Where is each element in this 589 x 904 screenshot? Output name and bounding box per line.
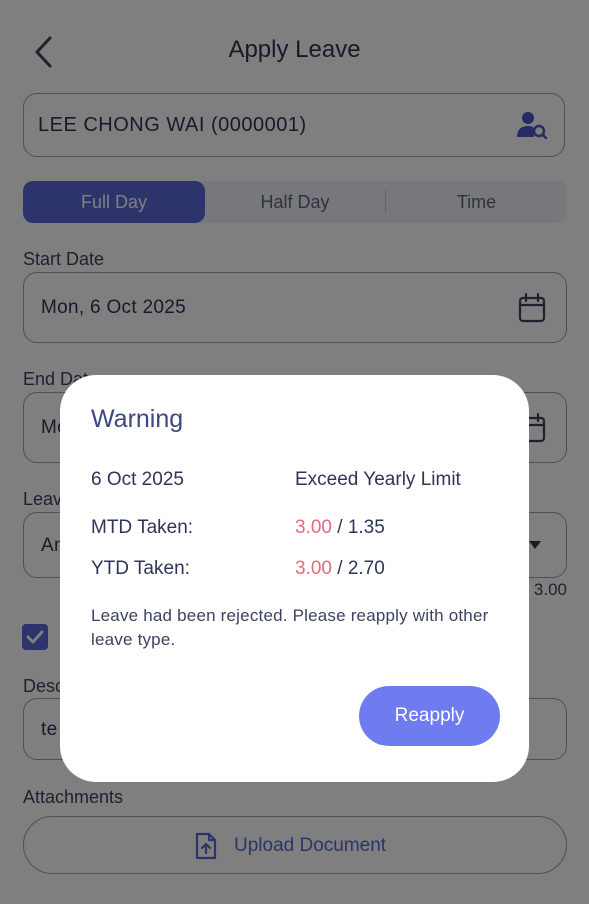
mtd-limit: / 1.35: [331, 517, 385, 538]
ytd-label: YTD Taken:: [91, 558, 190, 579]
ytd-value: 3.00 / 2.70: [295, 558, 385, 580]
ytd-limit: / 2.70: [331, 558, 385, 579]
dialog-title: Warning: [91, 405, 184, 433]
dialog-reason: Exceed Yearly Limit: [295, 469, 461, 490]
apply-leave-screen: Apply Leave LEE CHONG WAI (0000001) Full…: [0, 0, 589, 904]
warning-dialog: Warning 6 Oct 2025 Exceed Yearly Limit M…: [60, 375, 529, 782]
mtd-value: 3.00 / 1.35: [295, 517, 385, 539]
dialog-message: Leave had been rejected. Please reapply …: [91, 606, 489, 649]
ytd-taken: 3.00: [295, 558, 332, 579]
mtd-taken: 3.00: [295, 517, 332, 538]
reapply-button[interactable]: Reapply: [359, 686, 500, 746]
dialog-date: 6 Oct 2025: [91, 469, 184, 490]
mtd-label: MTD Taken:: [91, 517, 194, 538]
